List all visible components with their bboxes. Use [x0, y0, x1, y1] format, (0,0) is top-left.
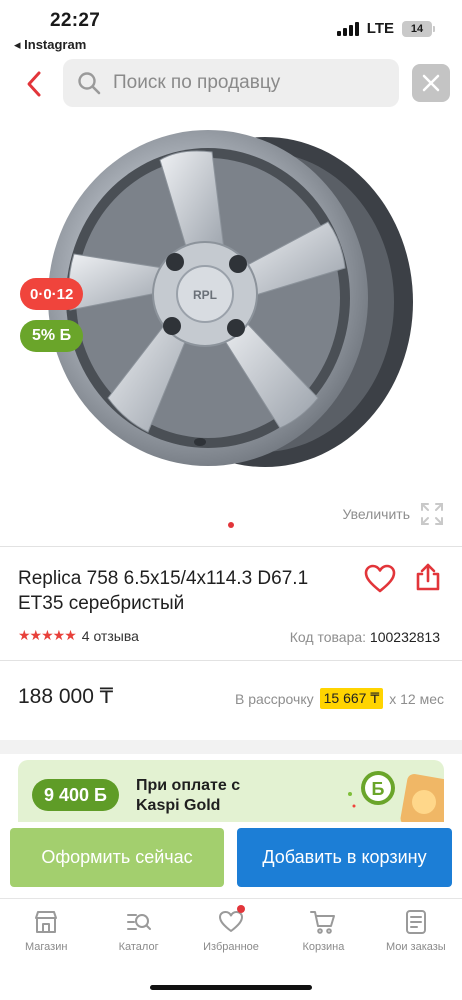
signal-icon	[336, 21, 359, 36]
svg-text:RPL: RPL	[193, 288, 217, 302]
product-gallery[interactable]: RPL 0·0·12 5% Б Увеличить	[0, 112, 462, 540]
nav-label-orders: Мои заказы	[385, 941, 446, 953]
product-code: Код товара: 100232813	[290, 629, 440, 645]
network-label: LTE	[366, 20, 394, 37]
action-bar: Оформить сейчас Добавить в корзину	[0, 822, 462, 898]
battery-level: 14	[410, 22, 424, 35]
chevron-left-icon	[27, 71, 41, 97]
search-input[interactable]	[113, 59, 389, 107]
divider	[0, 546, 462, 547]
svg-text:Б: Б	[372, 779, 385, 799]
product-image-wheel[interactable]: RPL	[40, 130, 420, 490]
kaspi-bonus-illustration-icon: Б	[348, 771, 444, 822]
expand-icon	[421, 503, 443, 525]
rating-stars: ★★★★★	[18, 627, 77, 643]
back-to-app-link[interactable]: ◂ Instagram	[14, 37, 86, 53]
favorite-button[interactable]	[364, 564, 396, 594]
close-icon	[422, 74, 440, 92]
checkout-now-button[interactable]: Оформить сейчас	[10, 828, 224, 887]
price-row: 188 000 ₸ В рассрочку 15 667 ₸ x 12 мес	[18, 684, 444, 714]
reviews-link[interactable]: 4 отзыва	[82, 628, 139, 644]
installment-badge: 0·0·12	[20, 278, 84, 310]
gallery-page-indicator	[228, 522, 234, 528]
share-icon	[416, 563, 440, 591]
product-code-value: 100232813	[369, 629, 440, 645]
add-to-cart-button[interactable]: Добавить в корзину	[237, 828, 452, 887]
back-button[interactable]	[22, 68, 48, 100]
rating-row[interactable]: ★★★★★ 4 отзыва	[18, 627, 139, 644]
nav-label-favorites: Избранное	[203, 941, 259, 953]
kaspi-gold-promo[interactable]: 9 400 Б При оплате с Kaspi Gold Б	[18, 760, 444, 822]
installment-suffix: x 12 мес	[389, 690, 444, 707]
bottom-nav: Магазин Каталог Избранное Корзина Мои за…	[0, 898, 462, 968]
nav-item-catalog[interactable]: Каталог	[92, 899, 184, 968]
status-bar: 22:27 ◂ Instagram LTE 14	[0, 0, 462, 56]
installment-prefix: В рассрочку	[234, 690, 314, 707]
divider	[0, 660, 462, 661]
nav-item-shop[interactable]: Магазин	[0, 899, 92, 968]
promo-text: При оплате с Kaspi Gold	[136, 776, 240, 816]
search-icon	[78, 72, 101, 95]
status-indicators: LTE 14	[336, 20, 435, 37]
installment-info[interactable]: В рассрочку 15 667 ₸ x 12 мес	[235, 688, 444, 709]
nav-item-favorites[interactable]: Избранное	[185, 899, 277, 968]
notification-dot	[236, 905, 245, 913]
home-indicator[interactable]	[150, 985, 312, 990]
zoom-button[interactable]: Увеличить	[342, 502, 444, 526]
nav-label-cart: Корзина	[302, 941, 345, 953]
bonus-badge: 5% Б	[20, 320, 84, 352]
zoom-label: Увеличить	[342, 506, 410, 522]
orders-icon	[405, 910, 426, 934]
shop-icon	[35, 911, 58, 933]
promo-line-1: При оплате с	[136, 777, 241, 794]
bonus-amount-pill: 9 400 Б	[32, 779, 119, 811]
nav-label-shop: Магазин	[24, 941, 68, 953]
search-box[interactable]	[63, 59, 399, 107]
heart-icon	[364, 564, 396, 593]
nav-item-cart[interactable]: Корзина	[277, 899, 369, 968]
close-button[interactable]	[412, 64, 450, 102]
cart-icon	[310, 911, 336, 934]
product-code-label: Код товара:	[289, 629, 367, 645]
promo-line-2: Kaspi Gold	[136, 797, 221, 814]
share-button[interactable]	[414, 562, 442, 592]
catalog-icon	[126, 914, 151, 930]
installment-amount: 15 667 ₸	[319, 688, 384, 709]
section-separator	[0, 740, 462, 754]
search-header	[0, 58, 462, 110]
product-title: Replica 758 6.5x15/4x114.3 D67.1 ET35 се…	[18, 568, 309, 614]
nav-item-orders[interactable]: Мои заказы	[370, 899, 462, 968]
product-price: 188 000 ₸	[18, 685, 114, 708]
nav-label-catalog: Каталог	[118, 941, 159, 953]
status-time: 22:27	[50, 10, 101, 31]
battery-icon: 14	[402, 20, 435, 37]
